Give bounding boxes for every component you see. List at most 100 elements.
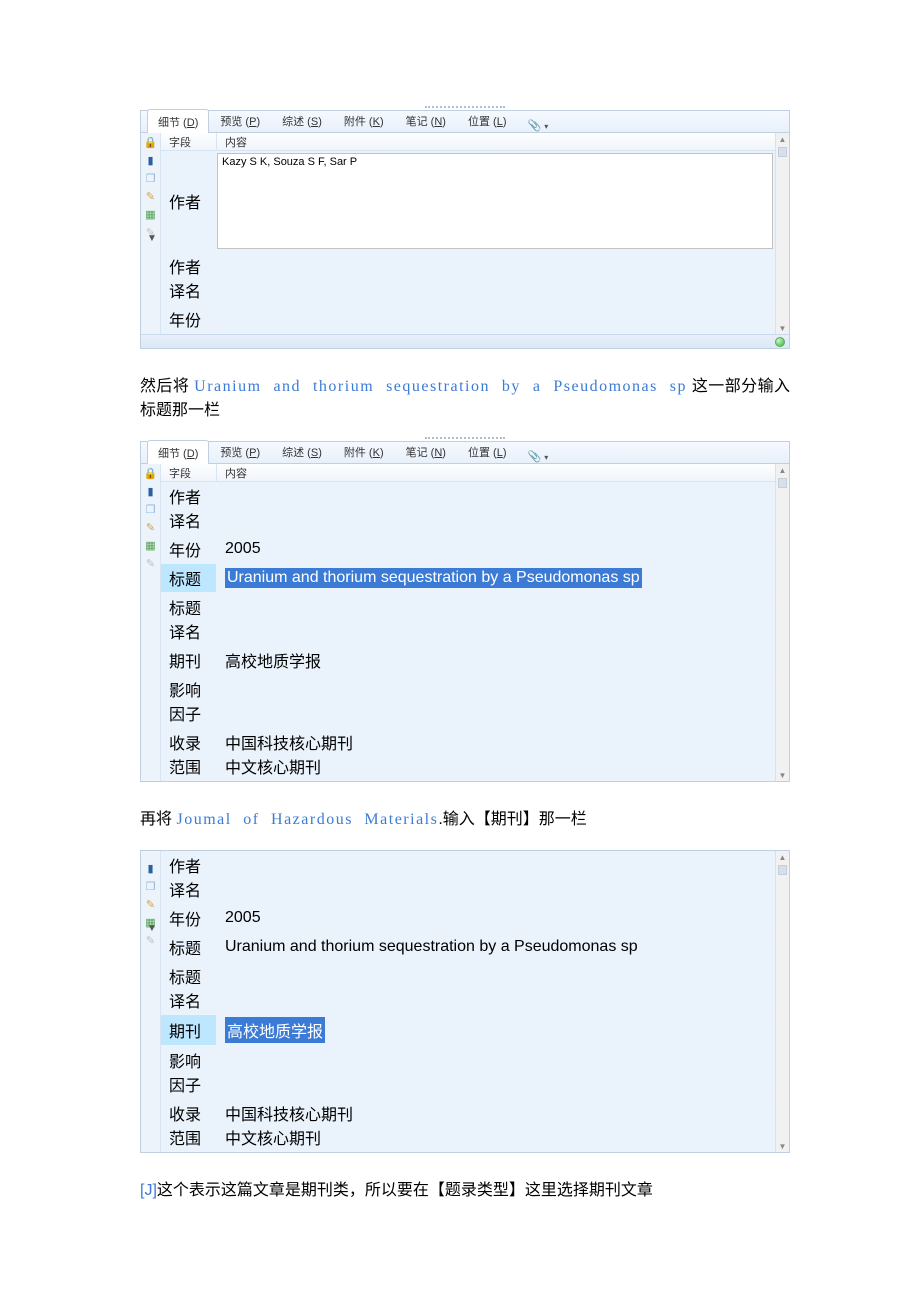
field-row[interactable]: 年份 (161, 305, 789, 334)
field-value[interactable]: 2005 (217, 535, 789, 563)
field-value[interactable]: 中国科技核心期刊中文核心期刊 (217, 1099, 789, 1151)
field-value[interactable] (217, 482, 789, 534)
note-icon: ✎ (144, 933, 158, 947)
expand-triangle[interactable]: ▼ (147, 923, 157, 934)
tab-s[interactable]: 综述 (S) (271, 439, 333, 463)
field-row[interactable]: 年份2005 (161, 904, 789, 933)
pencil-icon: ✎ (144, 897, 158, 911)
field-row[interactable]: 标题译名 (161, 962, 789, 1015)
copy-icon: ❐ (144, 879, 158, 893)
field-row[interactable]: 作者译名 (161, 851, 789, 904)
sidebar-icons: ▮ ❐ ✎ ▦ ✎ (141, 851, 161, 1152)
field-row[interactable]: 标题Uranium and thorium sequestration by a… (161, 933, 789, 962)
field-label: 年份 (161, 305, 217, 333)
tab-k[interactable]: 附件 (K) (333, 439, 395, 463)
pin-icon[interactable]: 📎 ▾ (528, 119, 549, 132)
tab-n[interactable]: 笔记 (N) (395, 439, 457, 463)
tab-d[interactable]: 细节 (D) (147, 109, 209, 133)
detail-panel-3: ▮ ❐ ✎ ▦ ✎ ▼ 作者译名年份2005标题Uranium and thor… (140, 850, 790, 1153)
grid-icon: ▦ (144, 207, 158, 221)
tab-k[interactable]: 附件 (K) (333, 108, 395, 132)
panel1-rows-container: 作者作者译名年份 (161, 151, 789, 334)
field-value[interactable] (217, 252, 789, 304)
field-label: 作者译名 (161, 851, 217, 903)
field-label: 期刊 (161, 1015, 217, 1045)
status-bar (141, 334, 789, 348)
lock-icon: 🔒 (144, 466, 158, 480)
scrollbar[interactable]: ▲▼ (775, 133, 789, 334)
author-textarea[interactable] (217, 153, 773, 249)
field-value[interactable]: Uranium and thorium sequestration by a P… (217, 933, 789, 961)
field-row[interactable]: 标题Uranium and thorium sequestration by a… (161, 564, 789, 593)
field-value[interactable]: 高校地质学报 (217, 1015, 789, 1045)
pencil-icon: ✎ (144, 189, 158, 203)
tab-l[interactable]: 位置 (L) (457, 108, 518, 132)
pin-icon[interactable]: 📎 ▾ (528, 450, 549, 463)
field-row[interactable]: 作者 (161, 151, 789, 252)
field-row[interactable]: 影响因子 (161, 1046, 789, 1099)
detail-panel-2: 细节 (D)预览 (P)综述 (S)附件 (K)笔记 (N)位置 (L)📎 ▾ … (140, 441, 790, 782)
field-value[interactable] (217, 593, 789, 645)
field-label: 标题 (161, 933, 217, 961)
panel-tabs: 细节 (D)预览 (P)综述 (S)附件 (K)笔记 (N)位置 (L) 📎 ▾ (141, 111, 789, 133)
note-icon: ✎ (144, 556, 158, 570)
book-icon: ▮ (144, 153, 158, 167)
copy-icon: ❐ (144, 171, 158, 185)
field-row[interactable]: 期刊高校地质学报 (161, 646, 789, 675)
field-row[interactable]: 作者译名 (161, 482, 789, 535)
field-row[interactable]: 影响因子 (161, 675, 789, 728)
field-label: 标题 (161, 564, 217, 592)
header-value: 内容 (217, 464, 789, 481)
field-value[interactable] (217, 305, 789, 333)
field-row[interactable]: 标题译名 (161, 593, 789, 646)
field-row[interactable]: 期刊高校地质学报 (161, 1015, 789, 1046)
tab-d[interactable]: 细节 (D) (147, 440, 209, 464)
instruction-text-2: 再将 Joumal of Hazardous Materials.输入【期刊】那… (140, 808, 790, 832)
field-label: 影响因子 (161, 675, 217, 727)
detail-panel-1: 细节 (D)预览 (P)综述 (S)附件 (K)笔记 (N)位置 (L)📎 ▾ … (140, 110, 790, 349)
expand-triangle[interactable]: ▼ (147, 233, 157, 244)
field-value[interactable] (217, 851, 789, 903)
tab-p[interactable]: 预览 (P) (209, 108, 271, 132)
panel2-rows-container: 作者译名年份2005标题Uranium and thorium sequestr… (161, 482, 789, 781)
field-value[interactable]: 2005 (217, 904, 789, 932)
field-value[interactable] (217, 1046, 789, 1098)
instruction-text-1: 然后将 Uranium and thorium sequestration by… (140, 375, 790, 423)
field-label: 年份 (161, 535, 217, 563)
field-label: 年份 (161, 904, 217, 932)
field-value[interactable] (217, 962, 789, 1014)
field-row[interactable]: 收录范围中国科技核心期刊中文核心期刊 (161, 728, 789, 781)
field-value[interactable]: 高校地质学报 (217, 646, 789, 674)
copy-icon: ❐ (144, 502, 158, 516)
scrollbar[interactable]: ▲▼ (775, 851, 789, 1152)
header-field: 字段 (161, 464, 217, 481)
book-icon: ▮ (144, 861, 158, 875)
field-row[interactable]: 年份2005 (161, 535, 789, 564)
field-label: 影响因子 (161, 1046, 217, 1098)
field-row[interactable]: 收录范围中国科技核心期刊中文核心期刊 (161, 1099, 789, 1152)
sidebar-icons: 🔒 ▮ ❐ ✎ ▦ ✎ (141, 464, 161, 781)
tab-l[interactable]: 位置 (L) (457, 439, 518, 463)
field-label: 作者 (161, 151, 217, 251)
status-orb-icon (775, 337, 785, 347)
resize-handle[interactable] (425, 437, 505, 441)
header-value: 内容 (217, 133, 789, 150)
field-label: 期刊 (161, 646, 217, 674)
tab-n[interactable]: 笔记 (N) (395, 108, 457, 132)
scrollbar[interactable]: ▲▼ (775, 464, 789, 781)
field-value[interactable] (217, 151, 789, 251)
tab-s[interactable]: 综述 (S) (271, 108, 333, 132)
field-label: 作者译名 (161, 482, 217, 534)
tab-p[interactable]: 预览 (P) (209, 439, 271, 463)
field-label: 收录范围 (161, 728, 217, 780)
field-value[interactable] (217, 675, 789, 727)
field-label: 标题译名 (161, 962, 217, 1014)
lock-icon: 🔒 (144, 135, 158, 149)
panel3-rows-container: 作者译名年份2005标题Uranium and thorium sequestr… (161, 851, 789, 1152)
field-value[interactable]: Uranium and thorium sequestration by a P… (217, 564, 789, 592)
field-value[interactable]: 中国科技核心期刊中文核心期刊 (217, 728, 789, 780)
column-headers: 字段 内容 (161, 464, 789, 482)
resize-handle[interactable] (425, 106, 505, 110)
field-label: 作者译名 (161, 252, 217, 304)
field-row[interactable]: 作者译名 (161, 252, 789, 305)
